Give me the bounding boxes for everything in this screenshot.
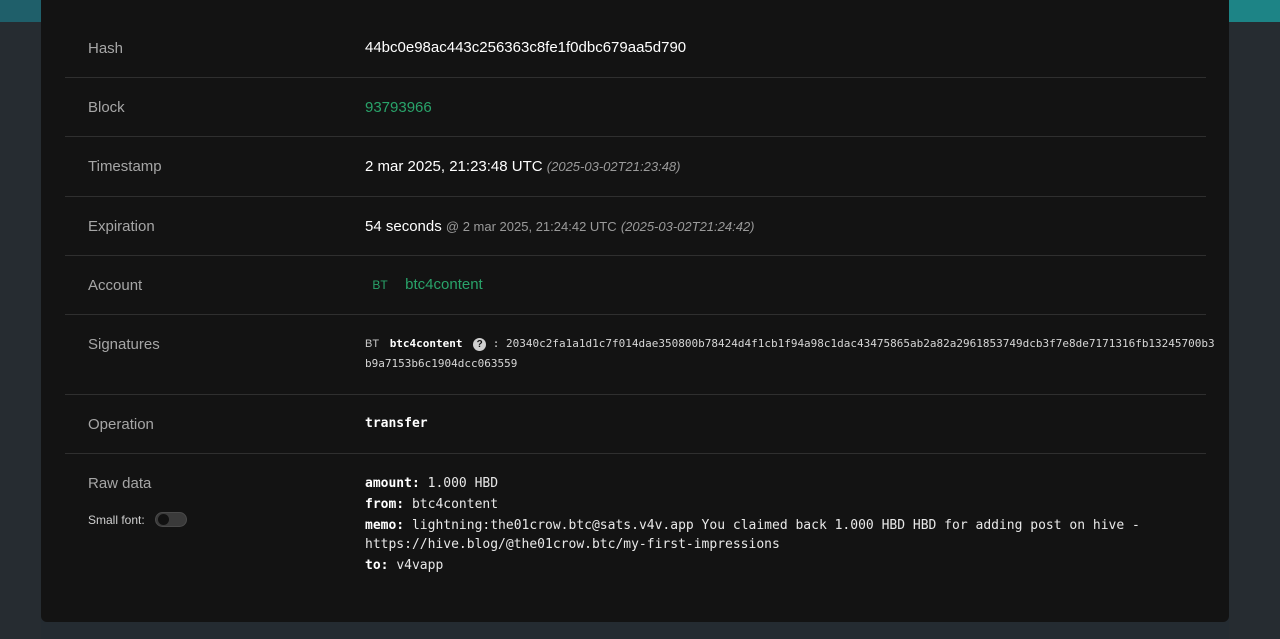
raw-memo-key: memo: (365, 518, 405, 533)
expiration-value-group: 54 seconds @ 2 mar 2025, 21:24:42 UTC (2… (365, 218, 755, 235)
operation-label: Operation (88, 416, 154, 433)
account-label: Account (88, 277, 143, 294)
expiration-iso: (2025-03-02T21:24:42) (620, 219, 755, 234)
expiration-at: @ 2 mar 2025, 21:24:42 UTC (445, 219, 617, 234)
hash-value: 44bc0e98ac443c256363c8fe1f0dbc679aa5d790 (365, 39, 687, 56)
small-font-toggle[interactable] (155, 512, 187, 527)
hash-label: Hash (88, 40, 124, 57)
raw-memo-continued: https://hive.blog/@the01crow.btc/my-firs… (365, 537, 780, 552)
raw-data-content: amount: 1.000 HBD from: btc4content memo… (365, 473, 1140, 576)
raw-data-label: Raw data (88, 475, 152, 492)
operation-value: transfer (365, 416, 428, 431)
row-block: Block 93793966 (65, 78, 1206, 137)
raw-memo-value: lightning:the01crow.btc@sats.v4v.app You… (411, 518, 1140, 533)
expiration-value: 54 seconds (365, 218, 442, 235)
backdrop-right (1229, 22, 1280, 639)
row-timestamp: Timestamp 2 mar 2025, 21:23:48 UTC (2025… (65, 137, 1206, 197)
timestamp-value-group: 2 mar 2025, 21:23:48 UTC (2025-03-02T21:… (365, 158, 680, 175)
top-bar-right (1229, 0, 1280, 22)
raw-to-key: to: (365, 558, 389, 573)
block-label: Block (88, 99, 125, 116)
signature-value-2: b9a7153b6c1904dcc063559 (365, 357, 518, 370)
signatures-label: Signatures (88, 336, 160, 353)
raw-amount-value: 1.000 HBD (427, 476, 499, 491)
raw-to: to: v4vapp (365, 555, 1140, 576)
row-operation: Operation transfer (65, 395, 1206, 454)
signature-entry: BT btc4content ? : 20340c2fa1a1d1c7f014d… (365, 334, 1215, 374)
row-raw-data: Raw data Small font: amount: 1.000 HBD f… (65, 454, 1206, 594)
avatar: BT (372, 278, 388, 292)
top-bar-left (0, 0, 41, 22)
timestamp-value: 2 mar 2025, 21:23:48 UTC (365, 158, 543, 175)
timestamp-iso: (2025-03-02T21:23:48) (546, 159, 681, 174)
signature-separator: : (492, 337, 500, 350)
row-signatures: Signatures BT btc4content ? : 20340c2fa1… (65, 315, 1215, 395)
row-expiration: Expiration 54 seconds @ 2 mar 2025, 21:2… (65, 197, 1206, 256)
row-hash: Hash 44bc0e98ac443c256363c8fe1f0dbc679aa… (65, 18, 1206, 78)
signature-line-1: BT btc4content ? : 20340c2fa1a1d1c7f014d… (365, 334, 1215, 354)
raw-amount: amount: 1.000 HBD (365, 473, 1140, 494)
signature-avatar: BT (365, 338, 380, 350)
backdrop-left (0, 22, 41, 639)
raw-from-key: from: (365, 497, 405, 512)
help-icon[interactable]: ? (473, 337, 487, 351)
raw-from: from: btc4content (365, 494, 1140, 515)
row-account: Account BT btc4content (65, 256, 1206, 315)
signature-value-1: 20340c2fa1a1d1c7f014dae350800b78424d4f1c… (506, 337, 1215, 350)
transaction-details-panel: Hash 44bc0e98ac443c256363c8fe1f0dbc679aa… (41, 0, 1229, 622)
account-value-group: BT btc4content (365, 276, 483, 293)
raw-memo: memo: lightning:the01crow.btc@sats.v4v.a… (365, 515, 1140, 536)
block-link[interactable]: 93793966 (365, 99, 432, 116)
toggle-knob (158, 514, 169, 525)
raw-from-value: btc4content (411, 497, 499, 512)
expiration-label: Expiration (88, 218, 155, 235)
raw-amount-key: amount: (365, 476, 420, 491)
timestamp-label: Timestamp (88, 158, 162, 175)
small-font-label: Small font: (88, 513, 145, 527)
account-link[interactable]: btc4content (405, 276, 483, 293)
signature-account-link[interactable]: btc4content (390, 337, 463, 350)
raw-to-value: v4vapp (396, 558, 444, 573)
